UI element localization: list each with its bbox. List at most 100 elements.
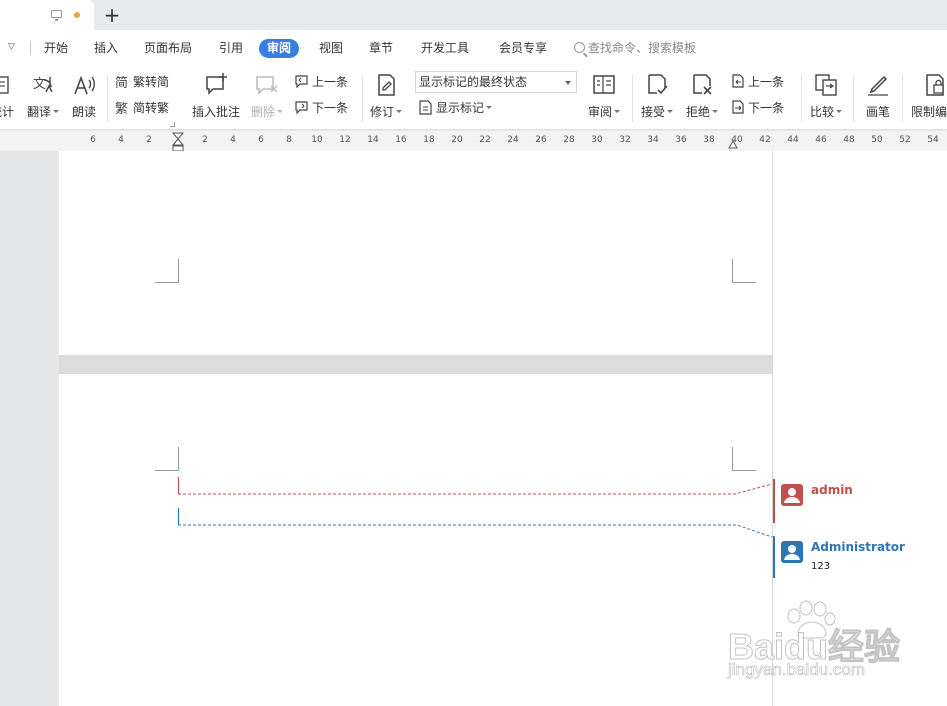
- ruler-tick-label: 38: [703, 135, 715, 145]
- ribbon-collapse-button[interactable]: ▽: [8, 42, 15, 52]
- next-comment-button[interactable]: 下一条: [294, 98, 348, 118]
- document-canvas[interactable]: admin Administrator 123: [0, 151, 947, 706]
- tab-page-layout[interactable]: 页面布局: [144, 40, 192, 56]
- ruler-tick-label: 30: [591, 135, 603, 145]
- comment-pane: admin Administrator 123: [772, 151, 947, 706]
- track-changes-button[interactable]: 修订: [366, 70, 406, 126]
- compare-button[interactable]: 比较: [806, 70, 846, 126]
- accept-icon: [648, 74, 668, 95]
- simp-to-trad-button[interactable]: 繁简转繁: [115, 98, 169, 118]
- horizontal-ruler[interactable]: 6 4 2 2 4 6 8 10 12 14 16 18 20 22 24 26 28 30 32 34 36 38 40 4…: [0, 131, 947, 152]
- toolbar-divider: [853, 74, 854, 122]
- read-aloud-label: 朗读: [71, 105, 96, 119]
- restrict-editing-button[interactable]: 限制编辑: [907, 70, 947, 126]
- ruler-tick-label: 40: [731, 135, 743, 145]
- title-bar: +: [0, 0, 947, 30]
- document-tab[interactable]: [0, 0, 94, 30]
- prev-comment-icon: [295, 75, 308, 89]
- comment-text: 123: [811, 561, 831, 572]
- ruler-tick-label: 24: [507, 135, 519, 145]
- ruler-tick-label: 6: [90, 135, 96, 145]
- ruler-tick-label: 42: [759, 135, 771, 145]
- ruler-tick-label: 52: [899, 135, 911, 145]
- prev-change-icon: [732, 74, 744, 88]
- toolbar-divider: [362, 74, 363, 122]
- reject-button[interactable]: 拒绝: [682, 70, 722, 126]
- show-markup-button[interactable]: 显示标记: [418, 98, 493, 118]
- trad-to-simp-button[interactable]: 简繁转简: [115, 72, 169, 92]
- compare-label: 比较: [806, 103, 846, 120]
- comment-author: admin: [811, 483, 853, 497]
- tab-references[interactable]: 引用: [219, 40, 243, 56]
- ruler-tick-label: 54: [927, 135, 939, 145]
- pen-button[interactable]: 画笔: [858, 70, 898, 126]
- tab-review[interactable]: 审阅: [259, 39, 300, 58]
- insert-comment-button[interactable]: 插入批注: [188, 70, 244, 126]
- svg-text:繁: 繁: [115, 101, 128, 115]
- restrict-editing-icon: [926, 74, 944, 96]
- tab-developer[interactable]: 开发工具: [421, 40, 469, 56]
- new-tab-button[interactable]: +: [102, 3, 122, 27]
- comment-color-bar: [773, 479, 775, 523]
- translate-button[interactable]: 文 翻译: [24, 70, 62, 126]
- toolbar-divider: [902, 74, 903, 122]
- track-changes-icon: [378, 74, 395, 96]
- trad-to-simp-icon: 简: [115, 75, 128, 89]
- indent-marker-icon[interactable]: [172, 132, 184, 152]
- review-pane-button[interactable]: 审阅: [584, 70, 624, 126]
- comment-author: Administrator: [811, 540, 905, 554]
- ruler-tick-label: 36: [675, 135, 687, 145]
- command-search[interactable]: 查找命令、搜索模板: [574, 40, 696, 56]
- accept-button[interactable]: 接受: [638, 70, 676, 126]
- dialog-launcher-icon[interactable]: [170, 122, 175, 127]
- reject-label: 拒绝: [682, 103, 722, 120]
- margin-corner-mark: [155, 447, 179, 471]
- review-pane-label: 审阅: [584, 103, 624, 120]
- show-markup-icon: [419, 100, 432, 115]
- ruler-tick-label: 16: [395, 135, 407, 145]
- tab-sections[interactable]: 章节: [369, 40, 393, 56]
- review-toolbar: 统计 文 翻译 朗读 简繁转简 繁简转繁 插入批注 删除 上一条 下一条 修订 …: [0, 66, 947, 130]
- ribbon-tab-bar: ▽ 开始 插入 页面布局 引用 审阅 视图 章节 开发工具 会员专享 查找命令、…: [0, 30, 947, 66]
- comment-card[interactable]: admin: [773, 479, 947, 523]
- compare-icon: [815, 74, 837, 96]
- tab-insert[interactable]: 插入: [94, 40, 118, 56]
- ruler-tick-label: 26: [535, 135, 547, 145]
- prev-comment-button[interactable]: 上一条: [294, 72, 348, 92]
- ruler-tick-label: 12: [339, 135, 351, 145]
- page-2[interactable]: [59, 374, 772, 706]
- chevron-down-icon: [565, 81, 571, 85]
- translate-icon: 文: [33, 77, 53, 93]
- tab-view[interactable]: 视图: [319, 40, 343, 56]
- delete-comment-button[interactable]: 删除: [246, 70, 288, 126]
- simp-to-trad-icon: 繁: [115, 101, 128, 115]
- next-change-button[interactable]: 下一条: [730, 98, 784, 118]
- tab-member[interactable]: 会员专享: [499, 40, 547, 56]
- page-1[interactable]: [59, 151, 772, 355]
- user-avatar-icon: [781, 541, 803, 563]
- translate-label: 翻译: [24, 103, 62, 120]
- ruler-tick-label: 4: [230, 135, 236, 145]
- toolbar-divider: [107, 74, 108, 122]
- toolbar-divider: [801, 74, 802, 122]
- ruler-tick-label: 44: [787, 135, 799, 145]
- ruler-tick-label: 50: [871, 135, 883, 145]
- prev-change-button[interactable]: 上一条: [730, 72, 784, 92]
- delete-comment-label: 删除: [246, 103, 288, 120]
- read-aloud-icon: [74, 75, 95, 95]
- next-comment-icon: [295, 101, 308, 115]
- margin-corner-mark: [732, 259, 756, 283]
- margin-corner-mark: [732, 447, 756, 471]
- ruler-tick-label: 10: [311, 135, 323, 145]
- ruler-tick-label: 32: [619, 135, 631, 145]
- comment-card[interactable]: Administrator 123: [773, 536, 947, 578]
- markup-state-select[interactable]: 显示标记的最终状态: [415, 71, 577, 93]
- svg-text:简: 简: [115, 75, 128, 89]
- next-change-icon: [732, 100, 744, 114]
- tab-home[interactable]: 开始: [44, 40, 68, 56]
- word-count-button[interactable]: 统计: [0, 70, 18, 126]
- ruler-tick-label: 4: [118, 135, 124, 145]
- read-aloud-button[interactable]: 朗读: [66, 70, 102, 126]
- ruler-tick-label: 28: [563, 135, 575, 145]
- ruler-tick-label: 48: [843, 135, 855, 145]
